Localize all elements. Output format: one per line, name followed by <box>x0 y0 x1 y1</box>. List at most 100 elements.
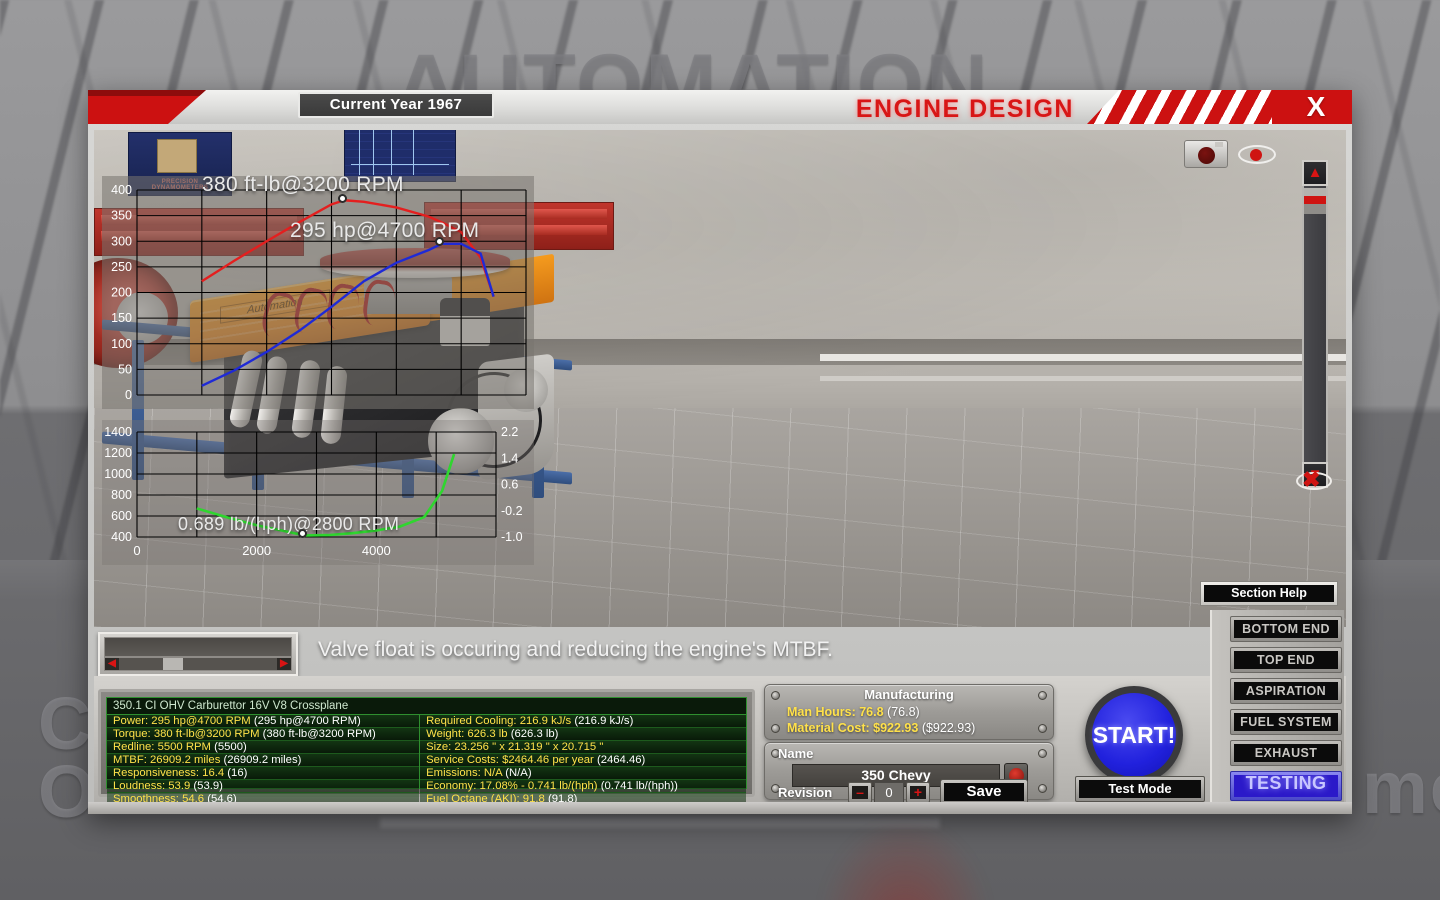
titlebar-stripes <box>1087 90 1272 124</box>
y2-tick-label: 0.6 <box>501 478 518 492</box>
man-hours-row: Man Hours: 76.8 (76.8) <box>787 705 920 719</box>
scroll-left-icon[interactable]: ◀ <box>105 658 119 670</box>
y-tick-label: 1200 <box>104 446 132 460</box>
stats-paren: (5500) <box>214 741 247 753</box>
viewport-zoom-scrollbar[interactable]: ▲ ▼ <box>1302 160 1328 488</box>
camera-icon[interactable] <box>1184 140 1228 168</box>
material-cost-key: Material Cost: <box>787 721 870 735</box>
eye-icon[interactable] <box>1236 140 1278 168</box>
nav-item-label: FUEL SYSTEM <box>1234 713 1338 731</box>
section-help-label: Section Help <box>1204 585 1334 602</box>
revision-label: Revision <box>778 785 833 800</box>
page-title: ENGINE DESIGN <box>855 95 1074 123</box>
message-bar: ◀ ▶ Valve float is occuring and reducing… <box>94 630 1346 676</box>
economy-chart: 400 600 800 1000 1200 1400 -1.0 -0.2 0.6 1.4 2.2 … <box>102 420 534 565</box>
engine-design-window: ENGINE DESIGN X Current Year 1967 PRECIS… <box>88 90 1352 814</box>
stats-row: Service Costs: $2464.46 per year (2464.4… <box>420 754 746 767</box>
x-tick-label: 2000 <box>242 543 271 558</box>
stats-key: Redline: 5500 RPM <box>113 741 215 753</box>
test-mode-label: Test Mode <box>1079 780 1201 798</box>
screw-icon <box>771 724 780 733</box>
stats-paren: (0.741 lb/(hph)) <box>600 780 678 792</box>
nav-item-aspiration[interactable]: ASPIRATION <box>1230 678 1342 704</box>
save-label: Save <box>944 783 1024 801</box>
start-button[interactable]: START! <box>1085 686 1183 784</box>
stats-paren: (53.9) <box>193 780 223 792</box>
stats-row: Required Cooling: 216.9 kJ/s (216.9 kJ/s… <box>420 715 746 728</box>
eye-pupil <box>1250 149 1262 161</box>
status-message: Valve float is occuring and reducing the… <box>318 638 833 661</box>
manufacturing-title: Manufacturing <box>864 687 954 702</box>
viewport-rail-lower <box>820 376 1346 381</box>
viewport-rail <box>820 353 1346 361</box>
torque-peak-marker <box>337 193 347 203</box>
background-strip <box>380 818 940 828</box>
nav-item-bottom-end[interactable]: BOTTOM END <box>1230 616 1342 642</box>
revision-increment-button[interactable]: + <box>906 782 930 803</box>
stats-paren: (N/A) <box>505 767 532 779</box>
stats-row: Loudness: 53.9 (53.9) <box>107 780 420 793</box>
stats-paren: (26909.2 miles) <box>223 754 302 766</box>
stats-paren: (626.3 lb) <box>510 728 559 740</box>
name-label: Name <box>778 746 814 761</box>
y-tick-label: 400 <box>111 530 132 544</box>
scrollbar-thumb[interactable] <box>1304 188 1326 214</box>
torque-curve <box>201 199 495 297</box>
stats-row: Power: 295 hp@4700 RPM (295 hp@4700 RPM) <box>107 715 420 728</box>
chart-y-tick-labels: 0 50 100 150 200 250 300 350 400 <box>111 183 132 402</box>
stats-paren: (295 hp@4700 RPM) <box>253 715 361 727</box>
stats-paren: (216.9 kJ/s) <box>574 715 634 727</box>
stats-paren: (16) <box>227 767 248 779</box>
nav-item-label: ASPIRATION <box>1234 682 1338 700</box>
nav-item-top-end[interactable]: TOP END <box>1230 647 1342 673</box>
section-help-button[interactable]: Section Help <box>1200 581 1338 606</box>
material-cost-value: $922.93 <box>873 721 919 735</box>
stats-paren: (380 ft-lb@3200 RPM) <box>262 728 376 740</box>
message-scrollbar[interactable]: ◀ ▶ <box>104 657 292 671</box>
nav-item-exhaust[interactable]: EXHAUST <box>1230 740 1342 766</box>
chart-x-tick-labels: 0 2000 4000 <box>133 543 390 558</box>
nav-item-fuel-system[interactable]: FUEL SYSTEM <box>1230 709 1342 735</box>
message-scroll-widget[interactable]: ◀ ▶ <box>98 632 298 676</box>
stats-key: Required Cooling: 216.9 kJ/s <box>426 715 575 727</box>
stats-key: Loudness: 53.9 <box>113 780 194 792</box>
revision-decrement-button[interactable]: – <box>848 782 872 803</box>
manufacturing-plate: Manufacturing Man Hours: 76.8 (76.8) Mat… <box>764 684 1054 740</box>
stats-column-right: Required Cooling: 216.9 kJ/s (216.9 kJ/s… <box>420 715 746 806</box>
scrollbar-thumb[interactable] <box>163 658 183 670</box>
y2-tick-label: 1.4 <box>501 451 518 465</box>
stats-row: Weight: 626.3 lb (626.3 lb) <box>420 728 746 741</box>
stats-row: Economy: 17.08% - 0.741 lb/(hph) (0.741 … <box>420 780 746 793</box>
plus-icon: + <box>910 785 926 799</box>
current-year-plate: Current Year 1967 <box>298 92 494 118</box>
stats-key: Service Costs: $2464.46 per year <box>426 754 597 766</box>
titlebar-red-left <box>88 90 206 124</box>
nav-item-label: TOP END <box>1234 651 1338 669</box>
revision-value: 0 <box>874 782 904 803</box>
torque-peak-label: 380 ft-lb@3200 RPM <box>202 173 404 196</box>
screw-icon <box>1038 724 1047 733</box>
poster-image <box>157 139 197 173</box>
x-tick-label: 4000 <box>362 543 391 558</box>
y-tick-label: 1400 <box>104 425 132 439</box>
stats-paren: (2464.46) <box>596 754 646 766</box>
y-tick-label: 0 <box>125 388 132 402</box>
y-tick-label: 800 <box>111 488 132 502</box>
nav-item-testing[interactable]: TESTING <box>1230 771 1342 801</box>
eye-off-icon[interactable]: ✖ <box>1296 468 1332 494</box>
bottom-panel: 350.1 CI OHV Carburettor 16V V8 Crosspla… <box>94 676 1346 808</box>
window-bottom-edge <box>88 802 1352 814</box>
man-hours-value: 76.8 <box>859 705 884 719</box>
minus-icon: – <box>852 785 868 799</box>
test-mode-button[interactable]: Test Mode <box>1075 776 1205 802</box>
stats-key: Weight: 626.3 lb <box>426 728 511 740</box>
screw-icon <box>1038 784 1047 793</box>
engine-3d-viewport[interactable]: PRECISION DYNAMOMETERS Au <box>94 130 1346 627</box>
scroll-right-icon[interactable]: ▶ <box>277 658 291 670</box>
engine-config-title: 350.1 CI OHV Carburettor 16V V8 Crosspla… <box>107 698 746 715</box>
scroll-up-icon[interactable]: ▲ <box>1302 160 1328 186</box>
chart-y2-tick-labels: -1.0 -0.2 0.6 1.4 2.2 <box>501 425 523 544</box>
close-icon[interactable]: X <box>1296 92 1336 122</box>
stats-row: Size: 23.256 " x 21.319 " x 20.715 " <box>420 741 746 754</box>
stats-key: Emissions: N/A <box>426 767 506 779</box>
